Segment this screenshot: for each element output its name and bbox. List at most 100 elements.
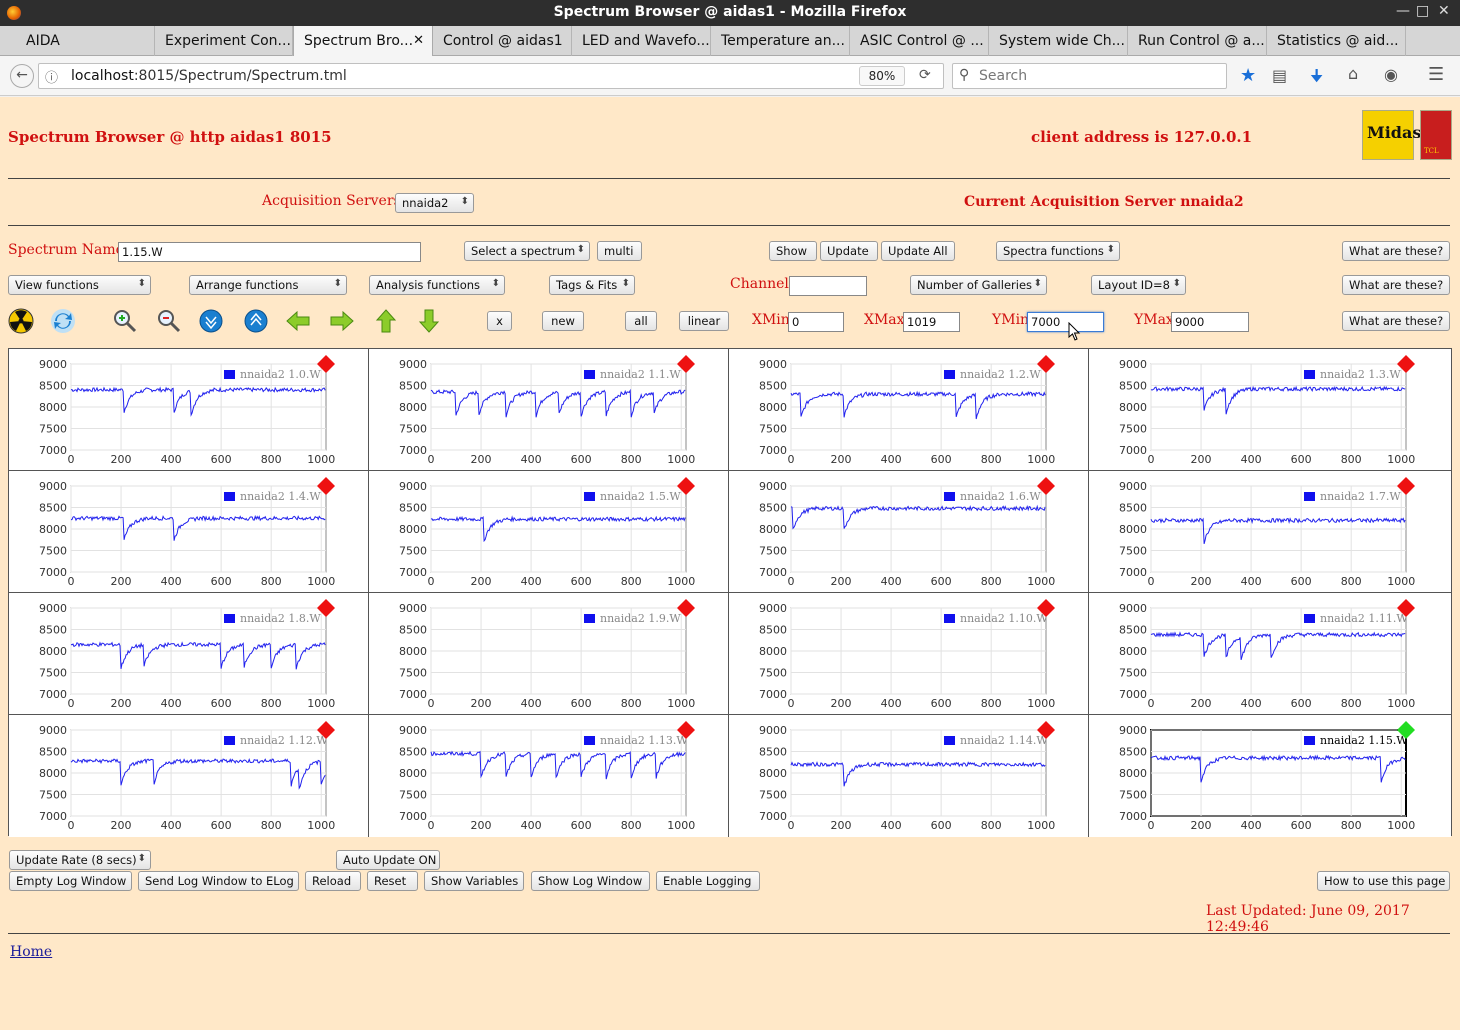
spectrum-plot: 0 200 400 600 800 1000 9000 8500 8000 7500 7000 nna…: [39, 355, 335, 466]
update-all-button[interactable]: Update All: [881, 241, 955, 261]
analysis-functions-dropdown[interactable]: Analysis functions: [369, 275, 505, 295]
tab-spectrum-browser[interactable]: Spectrum Bro... ✕: [293, 26, 433, 57]
url-bar[interactable]: ⓘ localhost:8015/Spectrum/Spectrum.tml 8…: [38, 63, 944, 89]
maximize-icon[interactable]: □: [1416, 3, 1429, 19]
tab-statistics[interactable]: Statistics @ aid...: [1267, 26, 1406, 56]
close-window-icon[interactable]: ✕: [1438, 3, 1450, 19]
enable-logging-button[interactable]: Enable Logging: [656, 871, 760, 891]
search-input[interactable]: ⚲ Search: [952, 63, 1227, 89]
tab-run-control[interactable]: Run Control @ a...: [1128, 26, 1267, 56]
home-link[interactable]: Home: [10, 944, 52, 960]
radiation-icon[interactable]: [8, 308, 34, 334]
tab-aida[interactable]: AIDA: [0, 26, 155, 56]
reset-button[interactable]: Reset: [367, 871, 418, 891]
expand-up-icon[interactable]: [243, 308, 269, 334]
reload-button[interactable]: Reload: [305, 871, 361, 891]
channel-input[interactable]: [789, 276, 867, 296]
spectrum-name-input[interactable]: 1.15.W: [118, 242, 421, 262]
view-functions-dropdown[interactable]: View functions: [8, 275, 151, 295]
ymin-input[interactable]: 7000: [1027, 312, 1104, 332]
number-of-galleries-dropdown[interactable]: Number of Galleries: [910, 275, 1047, 295]
spectrum-cell[interactable]: 0 200 400 600 800 1000 9000 8500 8000 7500 7000 nna…: [729, 715, 1089, 837]
arrow-left-icon[interactable]: [285, 308, 311, 334]
close-tab-icon[interactable]: ✕: [413, 33, 424, 48]
spectrum-cell[interactable]: 0 200 400 600 800 1000 9000 8500 8000 7500 7000 nna…: [369, 349, 729, 471]
how-to-use-button[interactable]: How to use this page: [1317, 871, 1450, 891]
xmin-input[interactable]: 0: [788, 312, 844, 332]
spectrum-cell[interactable]: 0 200 400 600 800 1000 9000 8500 8000 7500 7000 nna…: [369, 593, 729, 715]
bookmark-star-icon[interactable]: ★: [1240, 65, 1256, 86]
spectrum-cell[interactable]: 0 200 400 600 800 1000 9000 8500 8000 7500 7000 nna…: [9, 349, 369, 471]
back-icon[interactable]: ←: [10, 64, 34, 88]
y-tick-label: 9000: [399, 724, 427, 737]
arrow-right-icon[interactable]: [329, 308, 355, 334]
select-spectrum-dropdown[interactable]: Select a spectrum: [464, 241, 590, 261]
arrow-down-icon[interactable]: [416, 308, 442, 334]
spectrum-cell[interactable]: 0 200 400 600 800 1000 9000 8500 8000 7500 7000 nna…: [1089, 471, 1451, 593]
spectrum-cell[interactable]: 0 200 400 600 800 1000 9000 8500 8000 7500 7000 nna…: [1089, 593, 1451, 715]
menu-icon[interactable]: ☰: [1428, 64, 1444, 85]
x-tick-label: 200: [1191, 453, 1212, 466]
reading-list-icon[interactable]: ▤: [1272, 66, 1287, 85]
spectrum-cell[interactable]: 0 200 400 600 800 1000 9000 8500 8000 7500 7000 nna…: [729, 593, 1089, 715]
spectrum-cell[interactable]: 0 200 400 600 800 1000 9000 8500 8000 7500 7000 nna…: [729, 349, 1089, 471]
layout-id-dropdown[interactable]: Layout ID=8: [1091, 275, 1186, 295]
downloads-icon[interactable]: 🠋: [1310, 65, 1323, 92]
spectrum-cell[interactable]: 0 200 400 600 800 1000 9000 8500 8000 7500 7000 nna…: [9, 471, 369, 593]
send-log-button[interactable]: Send Log Window to ELog: [138, 871, 299, 891]
multi-button[interactable]: multi: [597, 241, 642, 261]
url-text: localhost:8015/Spectrum/Spectrum.tml: [71, 68, 347, 84]
arrange-functions-dropdown[interactable]: Arrange functions: [189, 275, 347, 295]
zoom-level[interactable]: 80%: [859, 66, 905, 86]
spectrum-cell[interactable]: 0 200 400 600 800 1000 9000 8500 8000 7500 7000 nna…: [9, 593, 369, 715]
minimize-icon[interactable]: —: [1396, 3, 1410, 19]
show-log-window-button[interactable]: Show Log Window: [531, 871, 650, 891]
y-tick-label: 9000: [759, 724, 787, 737]
x-tick-label: 400: [1241, 819, 1262, 832]
spectra-functions-dropdown[interactable]: Spectra functions: [996, 241, 1120, 261]
tab-experiment-control[interactable]: Experiment Con...: [155, 26, 293, 56]
spectrum-cell[interactable]: 0 200 400 600 800 1000 9000 8500 8000 7500 7000 nna…: [369, 471, 729, 593]
what-are-these-button-3[interactable]: What are these?: [1342, 311, 1450, 331]
all-button[interactable]: all: [625, 311, 657, 331]
linear-button[interactable]: linear: [679, 311, 729, 331]
tab-label: Control @ aidas1: [443, 33, 563, 49]
site-info-icon[interactable]: ⓘ: [45, 67, 58, 86]
spectrum-cell[interactable]: 0 200 400 600 800 1000 9000 8500 8000 7500 7000 nna…: [1089, 715, 1451, 837]
acquisition-server-select[interactable]: nnaida2: [395, 193, 474, 213]
show-button[interactable]: Show: [769, 241, 817, 261]
arrow-up-icon[interactable]: [373, 308, 399, 334]
x-tick-label: 1000: [1027, 453, 1055, 466]
tags-fits-dropdown[interactable]: Tags & Fits: [549, 275, 635, 295]
tab-control[interactable]: Control @ aidas1: [433, 26, 572, 56]
zoom-in-icon[interactable]: [112, 308, 138, 334]
spectrum-cell[interactable]: 0 200 400 600 800 1000 9000 8500 8000 7500 7000 nna…: [1089, 349, 1451, 471]
legend-swatch: [584, 736, 595, 745]
auto-update-button[interactable]: Auto Update ON: [336, 850, 440, 870]
pocket-icon[interactable]: ◉: [1384, 65, 1398, 84]
tab-temperature[interactable]: Temperature an...: [711, 26, 850, 56]
what-are-these-button-1[interactable]: What are these?: [1342, 241, 1450, 261]
ymax-input[interactable]: 9000: [1171, 312, 1249, 332]
reload-icon[interactable]: ⟳: [919, 67, 931, 83]
spectrum-cell[interactable]: 0 200 400 600 800 1000 9000 8500 8000 7500 7000 nna…: [369, 715, 729, 837]
spectrum-cell[interactable]: 0 200 400 600 800 1000 9000 8500 8000 7500 7000 nna…: [9, 715, 369, 837]
expand-down-icon[interactable]: [198, 308, 224, 334]
home-icon[interactable]: ⌂: [1348, 64, 1358, 83]
refresh-icon[interactable]: [50, 308, 76, 334]
zoom-out-icon[interactable]: [156, 308, 182, 334]
update-rate-dropdown[interactable]: Update Rate (8 secs): [9, 850, 151, 870]
empty-log-button[interactable]: Empty Log Window: [9, 871, 132, 891]
x-tick-label: 400: [521, 819, 542, 832]
new-button[interactable]: new: [542, 311, 584, 331]
tab-led-waveform[interactable]: LED and Wavefo...: [572, 26, 711, 56]
tab-asic-control[interactable]: ASIC Control @ ...: [850, 26, 989, 56]
show-variables-button[interactable]: Show Variables: [424, 871, 524, 891]
tab-system-wide[interactable]: System wide Ch...: [989, 26, 1128, 56]
update-button[interactable]: Update: [820, 241, 878, 261]
x-tick-label: 1000: [1027, 697, 1055, 710]
xmax-input[interactable]: 1019: [903, 312, 960, 332]
what-are-these-button-2[interactable]: What are these?: [1342, 275, 1450, 295]
x-button[interactable]: x: [487, 311, 512, 331]
spectrum-cell[interactable]: 0 200 400 600 800 1000 9000 8500 8000 7500 7000 nna…: [729, 471, 1089, 593]
